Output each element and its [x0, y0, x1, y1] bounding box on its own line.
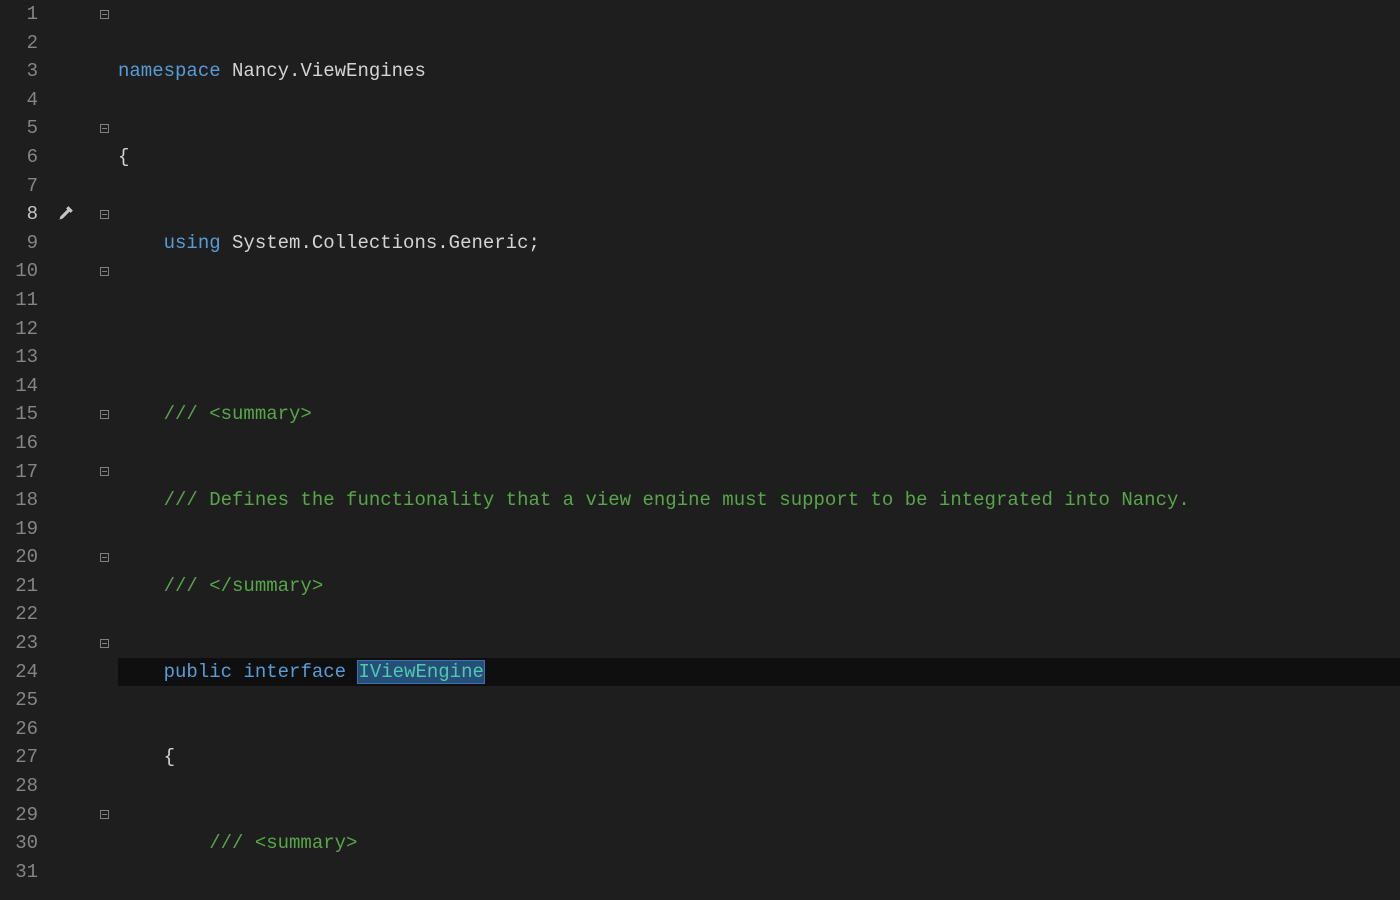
line-number: 17 [0, 458, 38, 487]
code-line[interactable]: { [118, 743, 1400, 772]
fold-row[interactable] [90, 515, 118, 544]
line-number: 2 [0, 29, 38, 58]
line-number: 4 [0, 86, 38, 115]
line-number: 10 [0, 257, 38, 286]
code-editor[interactable]: 1234567891011121314151617181920212223242… [0, 0, 1400, 900]
fold-row[interactable] [90, 429, 118, 458]
fold-marker-icon[interactable] [100, 467, 109, 476]
fold-row[interactable] [90, 229, 118, 258]
fold-row[interactable] [90, 458, 118, 487]
fold-row[interactable] [90, 658, 118, 687]
line-number: 5 [0, 114, 38, 143]
line-number: 1 [0, 0, 38, 29]
code-line[interactable]: /// <summary> [118, 400, 1400, 429]
quick-action-icon[interactable] [56, 204, 74, 222]
fold-row[interactable] [90, 143, 118, 172]
line-number: 26 [0, 715, 38, 744]
fold-row[interactable] [90, 743, 118, 772]
fold-row[interactable] [90, 715, 118, 744]
line-number: 9 [0, 229, 38, 258]
code-line[interactable]: using System.Collections.Generic; [118, 229, 1400, 258]
fold-marker-icon[interactable] [100, 210, 109, 219]
fold-row[interactable] [90, 257, 118, 286]
line-number: 22 [0, 600, 38, 629]
fold-row[interactable] [90, 772, 118, 801]
line-number: 15 [0, 400, 38, 429]
line-number: 21 [0, 572, 38, 601]
line-number: 8 [0, 200, 38, 229]
fold-row[interactable] [90, 343, 118, 372]
fold-row[interactable] [90, 315, 118, 344]
fold-row[interactable] [90, 172, 118, 201]
line-number: 11 [0, 286, 38, 315]
line-number: 27 [0, 743, 38, 772]
code-line[interactable]: /// <summary> [118, 829, 1400, 858]
fold-row[interactable] [90, 543, 118, 572]
fold-row[interactable] [90, 57, 118, 86]
fold-row[interactable] [90, 572, 118, 601]
line-number: 31 [0, 858, 38, 887]
fold-row[interactable] [90, 286, 118, 315]
fold-marker-icon[interactable] [100, 267, 109, 276]
line-number: 12 [0, 315, 38, 344]
line-number: 23 [0, 629, 38, 658]
fold-gutter[interactable] [90, 0, 118, 900]
fold-marker-icon[interactable] [100, 10, 109, 19]
code-line[interactable] [118, 315, 1400, 344]
line-number: 16 [0, 429, 38, 458]
fold-row[interactable] [90, 686, 118, 715]
code-line[interactable]: namespace Nancy.ViewEngines [118, 57, 1400, 86]
selected-identifier[interactable]: IViewEngine [357, 660, 484, 684]
fold-row[interactable] [90, 400, 118, 429]
line-number: 28 [0, 772, 38, 801]
glyph-margin [48, 0, 90, 900]
fold-row[interactable] [90, 114, 118, 143]
code-area[interactable]: namespace Nancy.ViewEngines { using Syst… [118, 0, 1400, 900]
fold-row[interactable] [90, 600, 118, 629]
line-number: 18 [0, 486, 38, 515]
fold-marker-icon[interactable] [100, 124, 109, 133]
fold-row[interactable] [90, 0, 118, 29]
line-number: 6 [0, 143, 38, 172]
line-number: 30 [0, 829, 38, 858]
line-number: 19 [0, 515, 38, 544]
line-number: 14 [0, 372, 38, 401]
line-number: 25 [0, 686, 38, 715]
fold-row[interactable] [90, 29, 118, 58]
fold-row[interactable] [90, 200, 118, 229]
code-line[interactable]: { [118, 143, 1400, 172]
code-line-current[interactable]: public interface IViewEngine [118, 658, 1400, 687]
line-number: 20 [0, 543, 38, 572]
line-number: 13 [0, 343, 38, 372]
line-number: 29 [0, 801, 38, 830]
fold-marker-icon[interactable] [100, 639, 109, 648]
line-number: 24 [0, 658, 38, 687]
fold-row[interactable] [90, 86, 118, 115]
fold-marker-icon[interactable] [100, 553, 109, 562]
fold-row[interactable] [90, 629, 118, 658]
fold-marker-icon[interactable] [100, 410, 109, 419]
line-number: 7 [0, 172, 38, 201]
code-line[interactable]: /// Defines the functionality that a vie… [118, 486, 1400, 515]
code-line[interactable]: /// </summary> [118, 572, 1400, 601]
fold-row[interactable] [90, 858, 118, 887]
fold-row[interactable] [90, 801, 118, 830]
fold-row[interactable] [90, 829, 118, 858]
fold-marker-icon[interactable] [100, 810, 109, 819]
line-number: 3 [0, 57, 38, 86]
fold-row[interactable] [90, 372, 118, 401]
fold-row[interactable] [90, 486, 118, 515]
line-number-gutter: 1234567891011121314151617181920212223242… [0, 0, 48, 900]
